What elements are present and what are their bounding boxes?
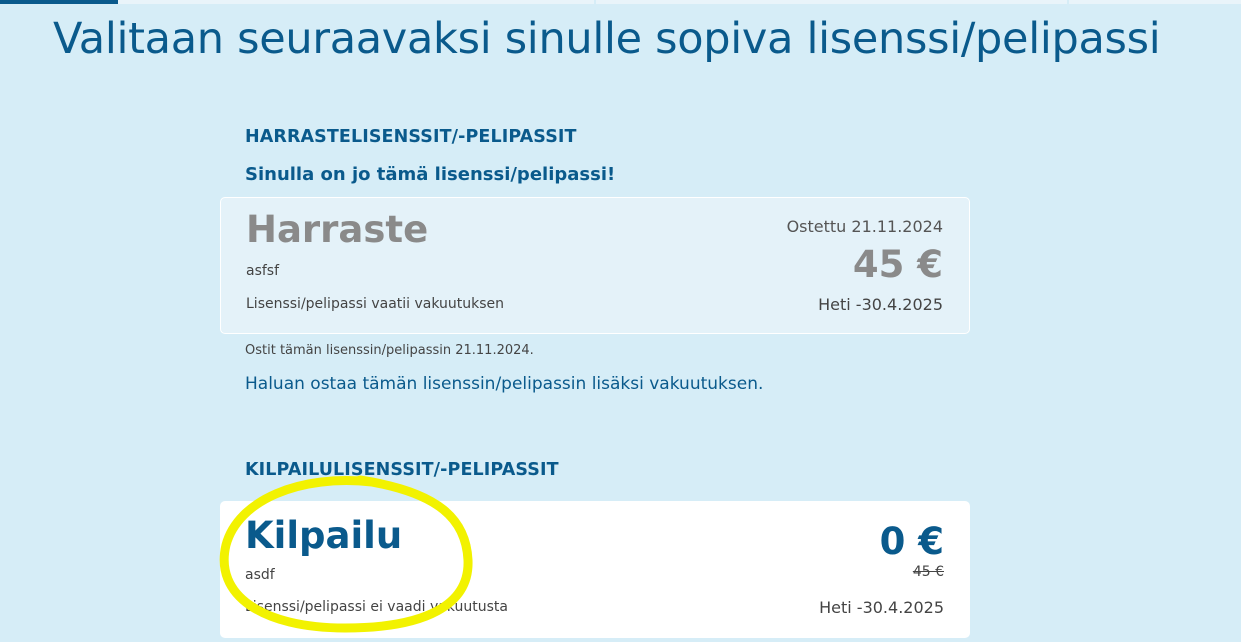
license-validity: Heti -30.4.2025 [818, 295, 943, 314]
insurance-requirement: Lisenssi/pelipassi ei vaadi vakuutusta [245, 599, 508, 615]
insurance-requirement: Lisenssi/pelipassi vaatii vakuutuksen [246, 296, 505, 312]
license-name: Kilpailu [245, 514, 403, 557]
progress-step [1069, 0, 1241, 4]
buy-insurance-link[interactable]: Haluan ostaa tämän lisenssin/pelipassin … [245, 374, 763, 394]
license-description: asdf [245, 567, 275, 583]
page-title: Valitaan seuraavaksi sinulle sopiva lise… [53, 14, 1161, 64]
progress-step [118, 0, 594, 4]
license-card-harraste: Harraste asfsf Lisenssi/pelipassi vaatii… [220, 197, 970, 334]
purchase-date: Ostettu 21.11.2024 [786, 217, 943, 236]
progress-step-active [0, 0, 118, 4]
license-description: asfsf [246, 263, 280, 279]
bought-info-text: Ostit tämän lisenssin/pelipassin 21.11.2… [245, 343, 534, 358]
already-owned-note: Sinulla on jo tämä lisenssi/pelipassi! [245, 164, 616, 185]
license-name: Harraste [246, 208, 429, 251]
hobby-section-heading: HARRASTELISENSSIT/-PELIPASSIT [245, 127, 577, 147]
license-validity: Heti -30.4.2025 [819, 598, 944, 617]
progress-tabs [0, 0, 1241, 4]
license-price: 45 € [852, 243, 943, 286]
progress-step [596, 0, 1067, 4]
competition-section-heading: KILPAILULISENSSIT/-PELIPASSIT [245, 460, 559, 480]
original-price: 45 € [912, 564, 944, 580]
license-price: 0 € [879, 520, 944, 563]
license-card-kilpailu[interactable]: Kilpailu asdf Lisenssi/pelipassi ei vaad… [220, 501, 970, 638]
